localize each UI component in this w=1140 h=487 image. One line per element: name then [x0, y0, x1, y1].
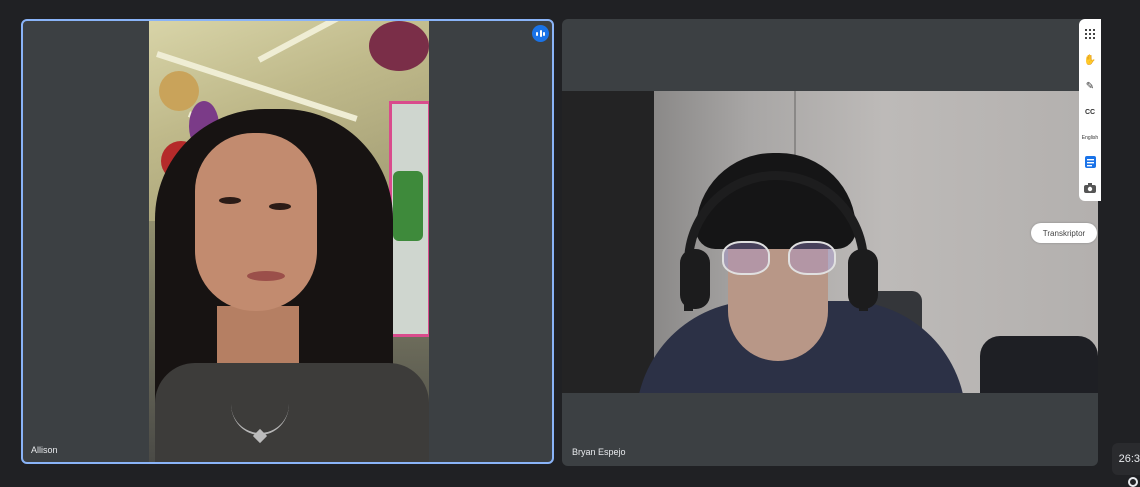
participant-tile-allison[interactable]: Allison	[21, 19, 554, 464]
merchandise	[369, 21, 429, 71]
eye	[269, 203, 291, 210]
clock-icon	[1128, 477, 1138, 487]
eye	[219, 197, 241, 204]
participant-name: Allison	[31, 445, 58, 455]
participant-video-allison	[149, 21, 429, 462]
notes-icon[interactable]	[1083, 155, 1097, 169]
language-icon[interactable]: English	[1082, 131, 1098, 145]
face	[195, 133, 317, 311]
merchandise	[159, 71, 199, 111]
extension-toolbar: ✋ ✎ CC English	[1079, 19, 1101, 201]
speaking-indicator-icon	[532, 25, 549, 42]
hanging-coat	[562, 91, 654, 393]
necklace	[231, 373, 289, 435]
participant-name: Bryan Espejo	[572, 447, 626, 457]
clock-badge: 26:3	[1112, 443, 1140, 475]
clock-time: 26:3	[1118, 453, 1140, 465]
hand-icon[interactable]: ✋	[1083, 53, 1097, 67]
captions-icon[interactable]: CC	[1083, 105, 1097, 119]
headset-ear-cup	[680, 249, 710, 309]
participant-video-bryan	[562, 91, 1098, 393]
transkriptor-label: Transkriptor	[1042, 228, 1086, 238]
glasses-lens	[788, 241, 836, 275]
headset-ear-cup	[848, 249, 878, 309]
camera-icon[interactable]	[1083, 181, 1097, 195]
apps-grid-icon[interactable]	[1083, 27, 1097, 41]
merchandise	[393, 171, 423, 241]
transkriptor-icon[interactable]: Transkriptor	[1031, 223, 1097, 243]
glasses-lens	[722, 241, 770, 275]
shirt	[155, 363, 429, 462]
mouth	[247, 271, 285, 281]
bag	[980, 336, 1098, 393]
pen-icon[interactable]: ✎	[1083, 79, 1097, 93]
participant-tile-bryan[interactable]: Bryan Espejo	[562, 19, 1098, 466]
